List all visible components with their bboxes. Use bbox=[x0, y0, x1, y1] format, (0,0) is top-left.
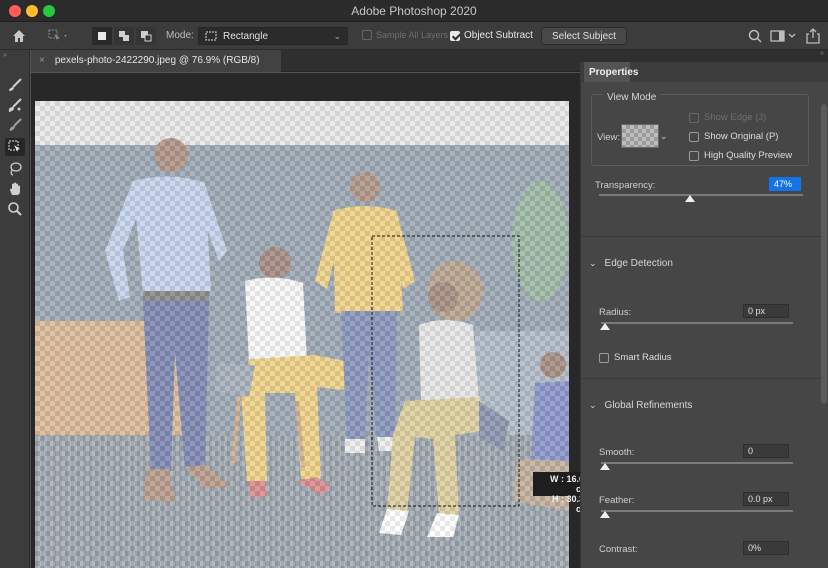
global-refinements-header[interactable]: ⌄ Global Refinements bbox=[589, 400, 692, 411]
properties-body: View Mode View: ⌄ Show Edge (J) Show Ori… bbox=[580, 82, 828, 568]
mode-label: Mode: bbox=[166, 30, 194, 41]
panel-header-strip: » bbox=[580, 50, 828, 62]
show-edge-checkbox[interactable]: Show Edge (J) bbox=[689, 112, 766, 123]
share-icon[interactable] bbox=[806, 28, 820, 47]
select-subject-button[interactable]: Select Subject bbox=[541, 27, 627, 45]
sample-all-layers-checkbox[interactable]: Sample All Layers bbox=[362, 30, 448, 40]
sample-all-layers-label: Sample All Layers bbox=[376, 30, 449, 40]
transparency-slider-track[interactable] bbox=[599, 194, 803, 196]
smooth-input[interactable]: 0 bbox=[743, 444, 789, 458]
rectangle-icon bbox=[205, 31, 217, 41]
checkbox-box bbox=[362, 30, 372, 40]
chevron-down-icon: ⌄ bbox=[589, 258, 597, 268]
home-icon[interactable] bbox=[12, 29, 26, 43]
chevron-down-icon[interactable]: ⌄ bbox=[660, 131, 668, 142]
mode-dropdown[interactable]: Rectangle ⌄ bbox=[198, 27, 348, 45]
contrast-input[interactable]: 0% bbox=[743, 541, 789, 555]
feather-slider-track[interactable] bbox=[601, 510, 793, 512]
global-refinements-title: Global Refinements bbox=[604, 400, 693, 411]
radius-slider-track[interactable] bbox=[601, 322, 793, 324]
subtract-from-selection-button[interactable] bbox=[136, 27, 156, 45]
refine-edge-brush-icon[interactable] bbox=[5, 96, 25, 114]
chevron-down-icon: ⌄ bbox=[589, 400, 597, 410]
new-selection-button[interactable] bbox=[92, 27, 112, 45]
collapse-panel-icon[interactable]: » bbox=[3, 52, 7, 59]
quick-selection-brush-icon[interactable] bbox=[5, 76, 25, 94]
contrast-label: Contrast: bbox=[599, 544, 638, 555]
show-edge-label: Show Edge (J) bbox=[704, 112, 767, 123]
radius-slider-thumb[interactable] bbox=[600, 323, 610, 330]
tools-panel: » bbox=[0, 50, 30, 568]
brush-tool-icon[interactable] bbox=[5, 116, 25, 134]
search-icon[interactable] bbox=[748, 29, 762, 46]
view-mode-thumbnail[interactable] bbox=[621, 124, 659, 148]
edge-detection-header[interactable]: ⌄ Edge Detection bbox=[589, 258, 673, 269]
high-quality-preview-checkbox[interactable]: High Quality Preview bbox=[689, 150, 792, 161]
workspace-icon[interactable] bbox=[770, 29, 798, 46]
object-selection-tool-preset-icon[interactable] bbox=[48, 28, 68, 44]
show-original-label: Show Original (P) bbox=[704, 131, 779, 142]
mode-dropdown-value: Rectangle bbox=[223, 30, 269, 42]
smart-radius-checkbox[interactable]: Smart Radius bbox=[599, 352, 672, 363]
checkbox-box bbox=[689, 131, 699, 142]
checkbox-box bbox=[689, 150, 699, 161]
radius-input[interactable]: 0 px bbox=[743, 304, 789, 318]
transparency-slider-thumb[interactable] bbox=[685, 195, 695, 202]
lasso-tool-icon[interactable] bbox=[5, 160, 25, 178]
zoom-tool-icon[interactable] bbox=[5, 200, 25, 218]
photo-image bbox=[35, 101, 569, 568]
document-tab-bar: × pexels-photo-2422290.jpeg @ 76.9% (RGB… bbox=[31, 50, 580, 72]
feather-slider-thumb[interactable] bbox=[600, 511, 610, 518]
document-tab-title: pexels-photo-2422290.jpeg @ 76.9% (RGB/8… bbox=[54, 55, 260, 66]
chevron-down-icon: ⌄ bbox=[333, 30, 341, 41]
checkbox-box bbox=[599, 352, 609, 363]
view-mode-title: View Mode bbox=[603, 92, 661, 103]
add-to-selection-button[interactable] bbox=[114, 27, 134, 45]
smooth-slider-thumb[interactable] bbox=[600, 463, 610, 470]
edge-detection-title: Edge Detection bbox=[604, 258, 673, 269]
object-subtract-checkbox[interactable]: Object Subtract bbox=[450, 30, 533, 41]
object-subtract-label: Object Subtract bbox=[464, 30, 533, 41]
canvas-area[interactable] bbox=[31, 73, 580, 568]
options-bar: Mode: Rectangle ⌄ Sample All Layers Obje… bbox=[0, 22, 828, 50]
object-selection-tool-icon[interactable] bbox=[5, 138, 25, 156]
feather-input[interactable]: 0.0 px bbox=[743, 492, 789, 506]
smart-radius-label: Smart Radius bbox=[614, 352, 672, 363]
app-title: Adobe Photoshop 2020 bbox=[351, 4, 477, 18]
selection-mode-group bbox=[92, 27, 156, 45]
checkbox-box bbox=[689, 112, 699, 123]
feather-label: Feather: bbox=[599, 495, 635, 506]
show-original-checkbox[interactable]: Show Original (P) bbox=[689, 131, 778, 142]
close-tab-icon[interactable]: × bbox=[39, 55, 45, 67]
high-quality-preview-label: High Quality Preview bbox=[704, 150, 793, 161]
smooth-slider-track[interactable] bbox=[601, 462, 793, 464]
tab-properties[interactable]: Properties bbox=[584, 62, 638, 82]
hand-tool-icon[interactable] bbox=[5, 180, 25, 198]
section-divider bbox=[581, 236, 821, 237]
document-tab[interactable]: × pexels-photo-2422290.jpeg @ 76.9% (RGB… bbox=[31, 50, 281, 72]
radius-label: Radius: bbox=[599, 307, 632, 318]
title-bar: Adobe Photoshop 2020 bbox=[0, 0, 828, 22]
properties-tab-bar: Properties bbox=[580, 62, 828, 82]
properties-scrollbar[interactable] bbox=[821, 104, 827, 404]
transparency-label: Transparency: bbox=[595, 180, 656, 191]
view-label: View: bbox=[597, 132, 621, 143]
section-divider bbox=[581, 378, 821, 379]
transparency-input[interactable]: 47% bbox=[769, 177, 801, 191]
collapse-panel-icon[interactable]: » bbox=[820, 50, 824, 57]
properties-panel: Properties View Mode View: ⌄ Show Edge (… bbox=[580, 62, 828, 568]
checkbox-box bbox=[450, 30, 460, 41]
photo-canvas[interactable] bbox=[35, 101, 569, 568]
smooth-label: Smooth: bbox=[599, 447, 635, 458]
